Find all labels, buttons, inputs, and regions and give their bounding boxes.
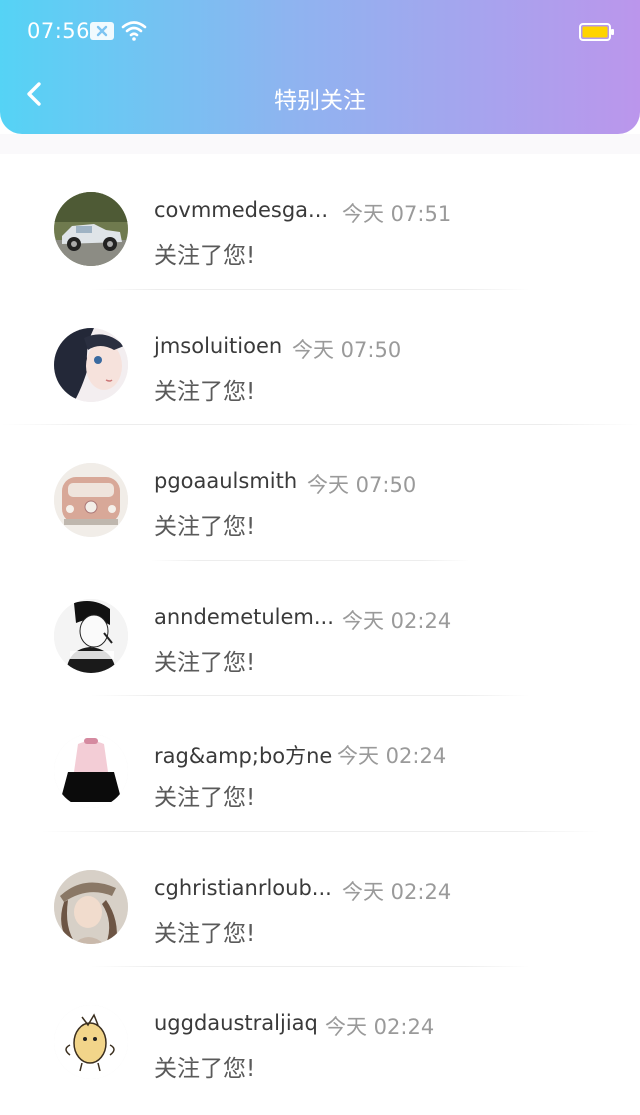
nav-bar: 特别关注	[0, 64, 640, 128]
timestamp: 今天 02:24	[342, 608, 452, 633]
page-title: 特别关注	[274, 88, 366, 114]
username: anndemetulem...	[154, 604, 334, 629]
message: 关注了您!	[154, 920, 256, 947]
username: rag&amp;bo方ne	[154, 744, 333, 768]
notification-row[interactable]: pgoaaulsmith 今天 07:50 关注了您!	[0, 425, 640, 561]
girl-skirt-avatar[interactable]	[54, 734, 128, 808]
notification-row[interactable]: jmsoluitioen 今天 07:50 关注了您!	[0, 290, 640, 425]
message: 关注了您!	[154, 1056, 256, 1082]
status-time: 07:56	[27, 19, 91, 43]
username: covmmedesga...	[154, 198, 329, 222]
cartoon-chick-avatar[interactable]	[54, 1005, 128, 1079]
sim-icon	[90, 22, 114, 44]
header-bar: 07:56 特别关注	[0, 0, 640, 134]
notification-row[interactable]: uggdaustraljiaq 今天 02:24 关注了您!	[0, 967, 640, 1103]
notification-row[interactable]: cghristianrloub... 今天 02:24 关注了您!	[0, 832, 640, 967]
status-bar: 07:56	[0, 0, 640, 64]
message: 关注了您!	[154, 378, 256, 405]
vintage-car-avatar[interactable]	[54, 192, 128, 266]
wifi-icon	[121, 20, 147, 46]
boy-portrait-avatar[interactable]	[54, 598, 128, 673]
timestamp: 今天 02:24	[337, 744, 447, 768]
timestamp: 今天 02:24	[342, 879, 452, 904]
timestamp: 今天 07:50	[292, 337, 402, 362]
section-gap	[0, 134, 640, 154]
notification-row[interactable]: anndemetulem... 今天 02:24 关注了您!	[0, 561, 640, 696]
username: pgoaaulsmith	[154, 469, 298, 493]
timestamp: 今天 07:50	[307, 473, 417, 497]
message: 关注了您!	[154, 649, 256, 676]
username: uggdaustraljiaq	[154, 1011, 318, 1035]
battery-icon	[579, 22, 615, 46]
vw-bus-avatar[interactable]	[54, 463, 128, 537]
notification-list: covmmedesga... 今天 07:51 关注了您! jmsoluitio…	[0, 154, 640, 1103]
message: 关注了您!	[154, 514, 256, 540]
notification-row[interactable]: rag&amp;bo方ne 今天 02:24 关注了您!	[0, 696, 640, 832]
timestamp: 今天 07:51	[342, 202, 452, 226]
anime-girl-avatar[interactable]	[54, 327, 128, 402]
girl-hat-avatar[interactable]	[54, 869, 128, 944]
username: jmsoluitioen	[154, 333, 283, 358]
username: cghristianrloub...	[154, 875, 332, 900]
message: 关注了您!	[154, 243, 256, 269]
timestamp: 今天 02:24	[325, 1015, 435, 1039]
notification-row[interactable]: covmmedesga... 今天 07:51 关注了您!	[0, 154, 640, 290]
message: 关注了您!	[154, 785, 256, 811]
